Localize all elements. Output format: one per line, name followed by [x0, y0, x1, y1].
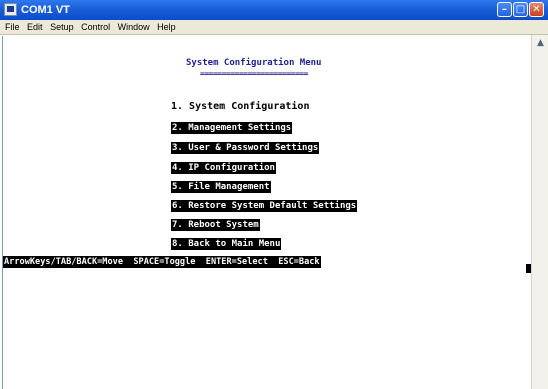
menu-option-reboot-system[interactable]: 7. Reboot System [171, 219, 260, 231]
title-bar: COM1 VT – □ ✕ [0, 0, 548, 20]
menu-option-back-to-main[interactable]: 8. Back to Main Menu [171, 238, 282, 250]
menu-window[interactable]: Window [113, 20, 150, 34]
menu-control[interactable]: Control [76, 20, 110, 34]
maximize-button[interactable]: □ [513, 2, 528, 17]
menu-bar: File Edit Setup Control Window Help [0, 20, 548, 35]
minimize-button[interactable]: – [497, 2, 512, 17]
terminal-app-icon[interactable] [4, 3, 17, 16]
menu-option-restore-defaults[interactable]: 6. Restore System Default Settings [171, 200, 358, 212]
menu-setup[interactable]: Setup [45, 20, 74, 34]
terminal-screen[interactable]: System Configuration Menu ==============… [2, 36, 531, 389]
scroll-up-arrow-icon[interactable]: ▲ [534, 37, 547, 50]
menu-option-file-management[interactable]: 5. File Management [171, 181, 271, 193]
menu-option-management-settings[interactable]: 2. Management Settings [171, 122, 293, 134]
key-help-status-line: ArrowKeys/TAB/BACK=Move SPACE=Toggle ENT… [3, 256, 321, 268]
menu-title-underline: ========================= [200, 69, 308, 78]
vertical-scrollbar[interactable]: ▲ [531, 35, 548, 389]
close-button[interactable]: ✕ [529, 2, 544, 17]
window-title: COM1 VT [21, 4, 70, 16]
menu-edit[interactable]: Edit [22, 20, 43, 34]
menu-option-system-configuration[interactable]: 1. System Configuration [171, 101, 309, 113]
menu-option-ip-configuration[interactable]: 4. IP Configuration [171, 162, 276, 174]
menu-file[interactable]: File [0, 20, 20, 34]
menu-option-user-password-settings[interactable]: 3. User & Password Settings [171, 142, 320, 154]
menu-help[interactable]: Help [152, 20, 176, 34]
